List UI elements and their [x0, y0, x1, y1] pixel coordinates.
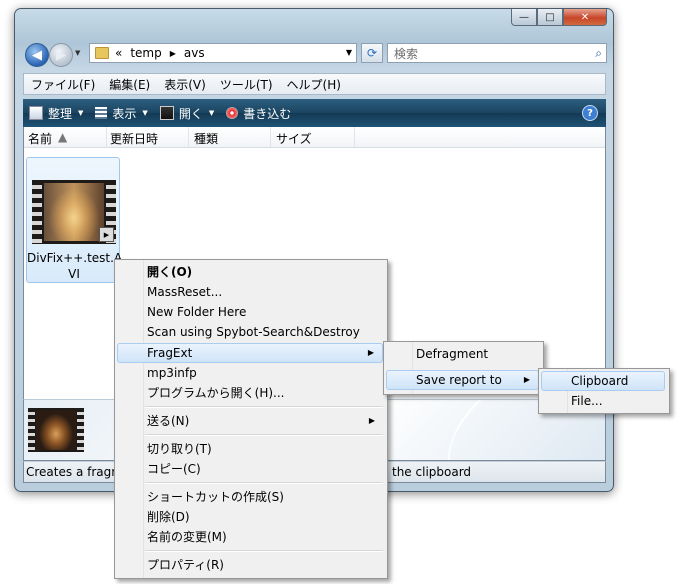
menu-separator — [145, 482, 383, 484]
menu-item-save-report-to[interactable]: Save report to ▶ — [386, 370, 539, 390]
refresh-button[interactable]: ⟳ — [361, 43, 383, 63]
sort-ascending-icon: ▲ — [58, 130, 68, 144]
column-divider[interactable] — [270, 127, 271, 147]
organize-button[interactable]: 整理 ▼ — [23, 105, 89, 122]
menu-item-open[interactable]: 開く(O) — [117, 262, 383, 282]
menu-item-create-shortcut[interactable]: ショートカットの作成(S) — [117, 487, 383, 507]
address-segment-temp[interactable]: temp — [130, 46, 161, 60]
menu-tools[interactable]: ツール(T) — [213, 76, 280, 93]
menu-help[interactable]: ヘルプ(H) — [280, 76, 348, 93]
fragext-submenu: Defragment Save report to ▶ — [383, 341, 544, 395]
menu-separator — [145, 550, 383, 552]
menu-separator — [145, 406, 383, 408]
caption-buttons: — □ ✕ — [511, 9, 607, 28]
menu-bar: ファイル(F) 編集(E) 表示(V) ツール(T) ヘルプ(H) — [23, 73, 606, 95]
recent-pages-dropdown-icon[interactable]: ▼ — [75, 49, 80, 57]
file-name-line2: VI — [68, 267, 80, 281]
menu-item-clipboard[interactable]: Clipboard — [541, 371, 665, 391]
menu-item-file[interactable]: File... — [541, 391, 665, 411]
shortcut-overlay-icon: ▶ — [99, 227, 114, 242]
status-text-right: the clipboard — [392, 465, 472, 479]
column-name[interactable]: 名前 — [28, 130, 52, 147]
search-input[interactable]: 検索 ⌕ — [387, 43, 607, 63]
dropdown-icon: ▼ — [78, 109, 84, 117]
burn-label: 書き込む — [243, 106, 292, 121]
address-segment-avs[interactable]: avs — [184, 46, 205, 60]
navigation-bar: ◀ ▶ ▼ « temp ▶ avs ▼ ⟳ 検索 ⌕ — [23, 39, 608, 69]
menu-item-new-folder-here[interactable]: New Folder Here — [117, 302, 383, 322]
menu-item-cut[interactable]: 切り取り(T) — [117, 439, 383, 459]
folder-icon — [95, 47, 109, 59]
menu-separator — [145, 434, 383, 436]
submenu-arrow-icon: ▶ — [367, 348, 374, 357]
menu-item-open-with[interactable]: プログラムから開く(H)... — [117, 383, 383, 403]
video-thumbnail: ▶ — [32, 180, 116, 244]
menu-item-massreset[interactable]: MassReset... — [117, 282, 383, 302]
organize-label: 整理 — [48, 106, 73, 121]
command-bar: 整理 ▼ 表示 ▼ 開く ▼ 書き込む ? — [23, 99, 606, 127]
burn-icon — [226, 107, 239, 119]
column-divider[interactable] — [188, 127, 189, 147]
menu-item-send-to[interactable]: 送る(N) ▶ — [117, 411, 383, 431]
address-bar[interactable]: « temp ▶ avs ▼ — [89, 43, 357, 63]
address-prefix[interactable]: « — [115, 46, 122, 60]
menu-file[interactable]: ファイル(F) — [24, 76, 102, 93]
burn-button[interactable]: 書き込む — [220, 105, 297, 122]
close-button[interactable]: ✕ — [563, 9, 607, 26]
column-divider[interactable] — [106, 127, 107, 147]
save-report-submenu: Clipboard File... — [538, 368, 670, 414]
forward-button[interactable]: ▶ — [49, 43, 73, 67]
column-header: 名前 ▲ 更新日時 種類 サイズ — [24, 127, 605, 148]
menu-item-mp3infp[interactable]: mp3infp — [117, 363, 383, 383]
save-report-label: Save report to — [416, 373, 502, 387]
menu-item-defragment[interactable]: Defragment — [386, 344, 539, 364]
menu-item-spybot-scan[interactable]: Scan using Spybot-Search&Destroy — [117, 322, 383, 342]
details-thumbnail — [28, 408, 84, 452]
back-button[interactable]: ◀ — [25, 43, 49, 67]
dropdown-icon: ▼ — [142, 109, 148, 117]
chevron-right-icon[interactable]: ▶ — [170, 49, 176, 58]
minimize-button[interactable]: — — [511, 9, 537, 26]
views-button[interactable]: 表示 ▼ — [89, 105, 153, 122]
context-menu: 開く(O) MassReset... New Folder Here Scan … — [114, 259, 388, 579]
column-modified[interactable]: 更新日時 — [110, 130, 158, 147]
search-icon[interactable]: ⌕ — [595, 46, 602, 61]
menu-item-fragext[interactable]: FragExt ▶ — [117, 343, 383, 363]
submenu-arrow-icon: ▶ — [523, 375, 530, 384]
menu-view[interactable]: 表示(V) — [157, 76, 213, 93]
menu-item-rename[interactable]: 名前の変更(M) — [117, 527, 383, 547]
open-icon — [159, 106, 174, 120]
file-name-line1: DivFix++.test.A — [27, 251, 123, 265]
menu-item-delete[interactable]: 削除(D) — [117, 507, 383, 527]
maximize-button[interactable]: □ — [537, 9, 563, 26]
column-type[interactable]: 種類 — [194, 130, 218, 147]
menu-item-properties[interactable]: プロパティ(R) — [117, 555, 383, 575]
column-divider[interactable] — [354, 127, 355, 147]
menu-edit[interactable]: 編集(E) — [102, 76, 157, 93]
search-placeholder: 検索 — [394, 46, 419, 61]
help-icon[interactable]: ? — [582, 105, 598, 121]
menu-item-copy[interactable]: コピー(C) — [117, 459, 383, 479]
send-to-label: 送る(N) — [147, 414, 190, 428]
column-size[interactable]: サイズ — [276, 130, 312, 147]
file-item[interactable]: ▶ DivFix++.test.A VI — [26, 157, 123, 283]
submenu-arrow-icon: ▶ — [368, 416, 375, 425]
open-label: 開く — [178, 106, 203, 121]
fragext-label: FragExt — [147, 346, 193, 360]
dropdown-icon: ▼ — [208, 109, 215, 117]
organize-icon — [29, 106, 43, 120]
open-button[interactable]: 開く ▼ — [154, 105, 220, 122]
views-icon — [95, 107, 108, 119]
views-label: 表示 — [112, 106, 137, 121]
address-dropdown-icon[interactable]: ▼ — [346, 48, 352, 57]
file-name: DivFix++.test.A VI — [27, 250, 123, 282]
